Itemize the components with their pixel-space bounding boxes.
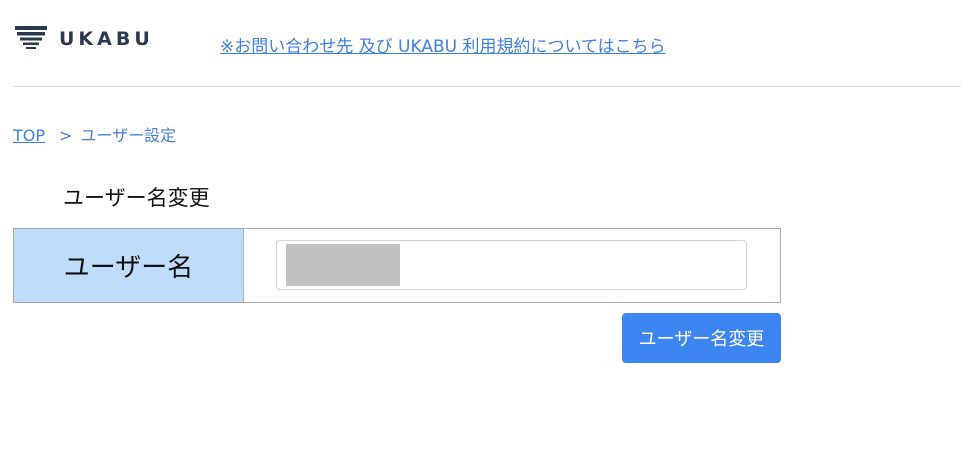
contact-terms-link[interactable]: ※お問い合わせ先 及び UKABU 利用規約についてはこちら <box>220 32 666 57</box>
username-input[interactable] <box>276 240 747 290</box>
breadcrumb: TOP > ユーザー設定 <box>13 122 176 146</box>
redacted-username-value <box>286 244 400 286</box>
site-header: UKABU ※お問い合わせ先 及び UKABU 利用規約についてはこちら <box>0 0 961 86</box>
ukabu-logo[interactable]: UKABU <box>15 26 154 52</box>
username-label: ユーザー名 <box>14 229 244 302</box>
username-input-cell <box>244 229 780 302</box>
username-form-table: ユーザー名 <box>13 228 781 303</box>
breadcrumb-top-link[interactable]: TOP <box>13 126 45 145</box>
page-title: ユーザー名変更 <box>63 186 210 210</box>
ukabu-wave-logo-icon <box>15 26 47 52</box>
breadcrumb-current: ユーザー設定 <box>80 126 177 145</box>
header-divider <box>13 86 961 87</box>
breadcrumb-separator: > <box>59 126 73 145</box>
change-username-button[interactable]: ユーザー名変更 <box>622 313 781 363</box>
logo-text: UKABU <box>59 28 154 50</box>
